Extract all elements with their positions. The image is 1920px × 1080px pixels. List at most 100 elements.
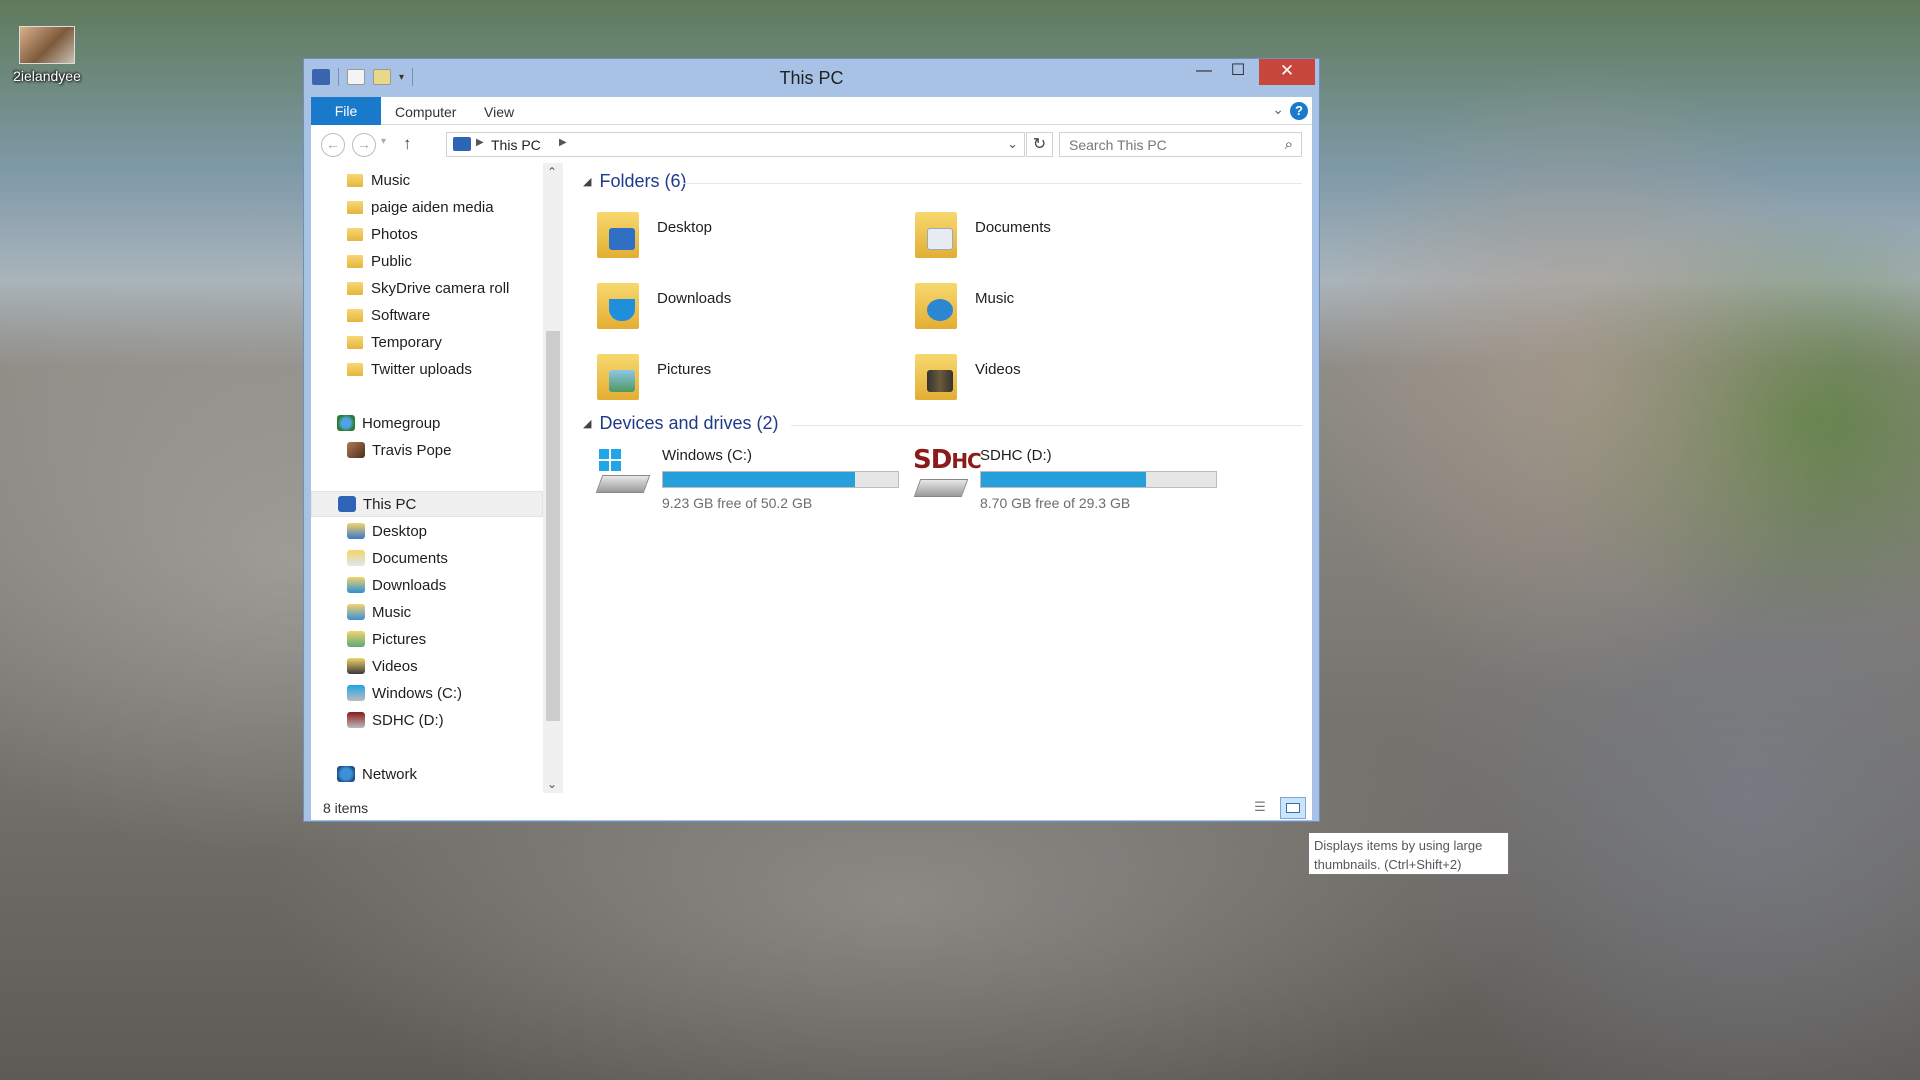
large-icons-view-button[interactable] bbox=[1280, 797, 1306, 819]
tab-computer[interactable]: Computer bbox=[395, 97, 456, 125]
folder-tile-pictures[interactable]: Pictures bbox=[595, 339, 915, 407]
folder-icon bbox=[347, 308, 363, 322]
back-button[interactable]: ← bbox=[321, 133, 345, 157]
nav-item-travis-pope[interactable]: Travis Pope bbox=[311, 437, 543, 463]
up-button[interactable]: ↑ bbox=[403, 134, 412, 154]
folders-group-header[interactable]: ◢ Folders (6) bbox=[583, 171, 687, 192]
downloads-folder-icon bbox=[347, 577, 365, 593]
nav-item-software[interactable]: Software bbox=[311, 302, 543, 328]
desktop-folder-icon bbox=[595, 202, 641, 258]
nav-item-skydrive-camera-roll[interactable]: SkyDrive camera roll bbox=[311, 275, 543, 301]
folder-tile-music[interactable]: Music bbox=[913, 268, 1233, 336]
group-header-label: Folders (6) bbox=[599, 171, 687, 191]
nav-item-videos[interactable]: Videos bbox=[311, 653, 543, 679]
navigation-pane: Music paige aiden media Photos Public Sk… bbox=[311, 163, 565, 796]
nav-item-homegroup[interactable]: Homegroup bbox=[311, 410, 543, 436]
minimize-button[interactable]: — bbox=[1187, 59, 1221, 85]
drives-group-header[interactable]: ◢ Devices and drives (2) bbox=[583, 413, 779, 434]
help-icon[interactable]: ? bbox=[1290, 102, 1308, 120]
close-button[interactable]: ✕ bbox=[1259, 59, 1315, 85]
nav-item-downloads[interactable]: Downloads bbox=[311, 572, 543, 598]
desktop-user-icon[interactable]: 2ielandyee bbox=[8, 26, 86, 84]
nav-item-music-library[interactable]: Music bbox=[311, 599, 543, 625]
nav-item-sdhc-d[interactable]: SDHC (D:) bbox=[311, 707, 543, 733]
windows-drive-icon bbox=[595, 449, 651, 499]
drive-name: SDHC (D:) bbox=[980, 447, 1052, 464]
scroll-up-icon[interactable]: ⌃ bbox=[547, 165, 557, 179]
windows-drive-icon bbox=[347, 685, 365, 701]
drive-free-space: 9.23 GB free of 50.2 GB bbox=[662, 495, 813, 511]
user-avatar-icon bbox=[347, 442, 365, 458]
nav-item-music[interactable]: Music bbox=[311, 167, 543, 193]
music-folder-icon bbox=[347, 604, 365, 620]
explorer-body: Music paige aiden media Photos Public Sk… bbox=[311, 163, 1312, 796]
nav-item-temporary[interactable]: Temporary bbox=[311, 329, 543, 355]
maximize-button[interactable]: ☐ bbox=[1221, 59, 1255, 85]
nav-item-photos[interactable]: Photos bbox=[311, 221, 543, 247]
navigation-bar: ← → ▾ ↑ ▶ This PC ▶ ⌄ ↻ Search This PC ⌕ bbox=[311, 125, 1312, 163]
nav-item-windows-c[interactable]: Windows (C:) bbox=[311, 680, 543, 706]
address-bar[interactable]: ▶ This PC ▶ ⌄ bbox=[446, 132, 1025, 157]
folder-tile-videos[interactable]: Videos bbox=[913, 339, 1233, 407]
tab-view[interactable]: View bbox=[484, 97, 514, 125]
drive-tile-sdhc-d[interactable]: SDHC SDHC (D:) 8.70 GB free of 29.3 GB bbox=[913, 441, 1233, 513]
nav-item-this-pc[interactable]: This PC bbox=[311, 491, 543, 517]
scroll-down-icon[interactable]: ⌄ bbox=[547, 777, 557, 791]
nav-item-network[interactable]: Network bbox=[311, 761, 543, 787]
scrollbar-thumb[interactable] bbox=[546, 331, 560, 721]
breadcrumb-this-pc[interactable]: This PC bbox=[491, 137, 541, 153]
music-folder-icon bbox=[913, 273, 959, 329]
address-dropdown-icon[interactable]: ⌄ bbox=[1007, 136, 1018, 152]
item-count: 8 items bbox=[323, 800, 369, 816]
tab-file[interactable]: File bbox=[311, 97, 381, 125]
nav-item-paige-aiden-media[interactable]: paige aiden media bbox=[311, 194, 543, 220]
drive-tile-windows-c[interactable]: Windows (C:) 9.23 GB free of 50.2 GB bbox=[595, 441, 915, 513]
pc-icon bbox=[453, 137, 471, 151]
refresh-button[interactable]: ↻ bbox=[1026, 132, 1053, 157]
nav-item-public[interactable]: Public bbox=[311, 248, 543, 274]
title-bar[interactable]: ▾ This PC — ☐ ✕ bbox=[304, 59, 1319, 97]
nav-item-twitter-uploads[interactable]: Twitter uploads bbox=[311, 356, 543, 382]
nav-item-documents[interactable]: Documents bbox=[311, 545, 543, 571]
nav-item-label: SDHC (D:) bbox=[372, 711, 444, 729]
recent-locations-icon[interactable]: ▾ bbox=[381, 136, 386, 147]
drive-usage-bar bbox=[662, 471, 899, 488]
nav-item-label: Travis Pope bbox=[372, 441, 452, 459]
nav-item-label: Music bbox=[372, 603, 412, 621]
search-input[interactable]: Search This PC ⌕ bbox=[1059, 132, 1302, 157]
nav-item-label: Temporary bbox=[371, 333, 442, 351]
folder-tile-documents[interactable]: Documents bbox=[913, 197, 1233, 265]
ribbon-tabs: File Computer View ⌄ ? bbox=[311, 97, 1312, 125]
breadcrumb-arrow-icon[interactable]: ▶ bbox=[476, 137, 484, 148]
forward-button[interactable]: → bbox=[352, 133, 376, 157]
collapse-arrow-icon[interactable]: ◢ bbox=[583, 417, 591, 430]
downloads-folder-icon bbox=[595, 273, 641, 329]
nav-item-label: Photos bbox=[371, 225, 418, 243]
expand-ribbon-icon[interactable]: ⌄ bbox=[1272, 101, 1284, 118]
nav-item-label: Desktop bbox=[372, 522, 428, 540]
network-icon bbox=[337, 766, 355, 782]
collapse-arrow-icon[interactable]: ◢ bbox=[583, 175, 591, 188]
details-view-button[interactable]: ☰ bbox=[1250, 799, 1270, 817]
folder-tile-downloads[interactable]: Downloads bbox=[595, 268, 915, 336]
desktop-icon-label: 2ielandyee bbox=[13, 68, 81, 84]
drive-usage-bar bbox=[980, 471, 1217, 488]
tile-label: Documents bbox=[975, 219, 1051, 236]
search-icon[interactable]: ⌕ bbox=[1285, 136, 1293, 153]
nav-item-desktop[interactable]: Desktop bbox=[311, 518, 543, 544]
documents-folder-icon bbox=[347, 550, 365, 566]
nav-pane-scrollbar[interactable]: ⌃ ⌄ bbox=[543, 163, 563, 793]
nav-item-label: Software bbox=[371, 306, 431, 324]
folder-tile-desktop[interactable]: Desktop bbox=[595, 197, 915, 265]
nav-item-label: Twitter uploads bbox=[371, 360, 472, 378]
folder-icon bbox=[347, 281, 363, 295]
group-divider bbox=[791, 425, 1302, 426]
folder-icon bbox=[347, 227, 363, 241]
nav-item-label: Documents bbox=[372, 549, 448, 567]
window-title: This PC bbox=[779, 68, 844, 88]
breadcrumb-arrow-icon[interactable]: ▶ bbox=[559, 137, 567, 148]
videos-folder-icon bbox=[913, 344, 959, 400]
nav-item-pictures[interactable]: Pictures bbox=[311, 626, 543, 652]
this-pc-icon bbox=[338, 496, 356, 512]
nav-item-label: SkyDrive camera roll bbox=[371, 279, 510, 297]
